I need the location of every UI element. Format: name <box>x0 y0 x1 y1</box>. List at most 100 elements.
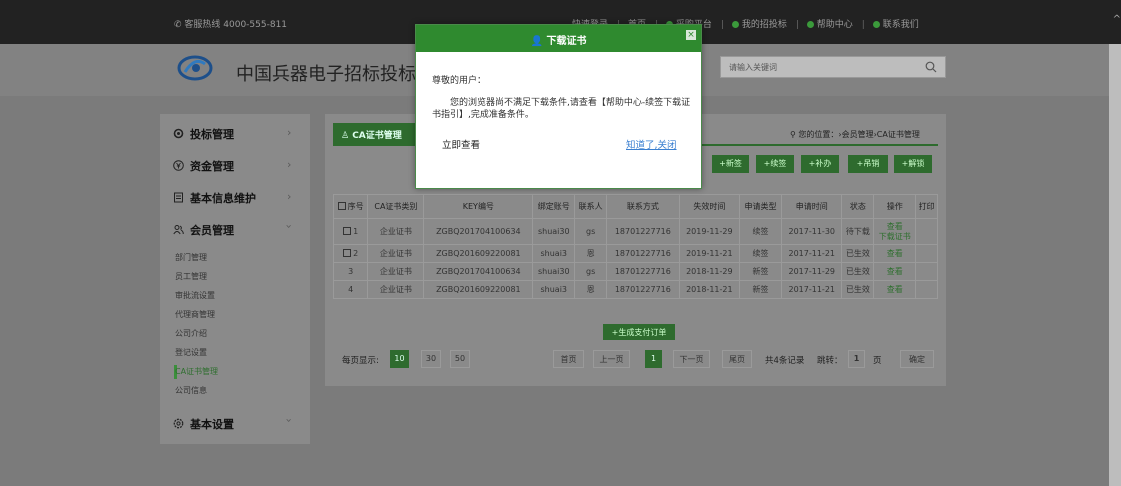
separator: | <box>795 20 799 30</box>
cell: 新签 <box>739 262 783 281</box>
row-checkbox[interactable] <box>343 227 352 235</box>
page-size-50[interactable]: 50 <box>450 350 470 368</box>
next-page-button[interactable]: 下一页 <box>673 350 710 368</box>
row-no-label: 2 <box>353 249 359 258</box>
print-cell <box>915 280 938 299</box>
sidebar-sub-item[interactable]: 代理商管理 <box>175 309 215 320</box>
header-cell: 操作 <box>873 194 917 219</box>
header-cell: 联系人 <box>574 194 608 219</box>
search-icon[interactable] <box>925 61 937 73</box>
users-icon <box>173 225 184 235</box>
sidebar-sub-item[interactable]: 员工管理 <box>175 271 207 282</box>
download-certificate-dialog: 👤 下载证书 × 尊敬的用户： 您的浏览器尚不满足下载条件,请查看【帮助中心-续… <box>415 24 702 189</box>
view-link[interactable]: 查看 <box>873 244 917 263</box>
header-cell: 申请时间 <box>781 194 843 219</box>
sidebar-sub-item[interactable]: 部门管理 <box>175 252 207 263</box>
cell: 新签 <box>739 280 783 299</box>
sidebar-item-label: 资金管理 <box>190 160 234 173</box>
vertical-scrollbar[interactable] <box>1109 44 1121 486</box>
row-no: 1 <box>332 218 369 245</box>
sidebar-item-label: 基本信息维护 <box>190 192 256 205</box>
search-input[interactable]: 请输入关键词 <box>720 56 946 78</box>
yen-icon <box>173 160 184 171</box>
sidebar-sub-item-active[interactable]: CA证书管理 <box>175 366 218 377</box>
top-link-help[interactable]: 帮助中心 <box>817 20 853 30</box>
page-size-10[interactable]: 10 <box>390 350 409 368</box>
prev-page-button[interactable]: 上一页 <box>593 350 630 368</box>
reissue-button[interactable]: +补办 <box>801 155 839 173</box>
revoke-button[interactable]: +吊销 <box>848 155 888 173</box>
cell: 续签 <box>739 218 783 245</box>
breadcrumb: ⚲ 您的位置：›会员管理›CA证书管理 <box>790 129 920 140</box>
user-icon <box>731 21 739 28</box>
cell: 已生效 <box>841 244 875 263</box>
cell: shuai30 <box>532 262 576 281</box>
dialog-message: 您的浏览器尚不满足下载条件,请查看【帮助中心-续签下载证书指引】,完成准备条件。 <box>432 98 691 120</box>
got-it-close-link[interactable]: 知道了,关闭 <box>626 137 677 151</box>
renew-button[interactable]: +续签 <box>756 155 794 173</box>
table-header-row: 序号 CA证书类别 KEY编号 绑定账号 联系人 联系方式 失效时间 申请类型 … <box>332 194 938 219</box>
select-all-checkbox[interactable] <box>337 202 346 210</box>
top-link-my-bids[interactable]: 我的招投标 <box>742 20 787 30</box>
page-viewport: ✆ 客服热线 4000-555-811 快速登录| 首页| 采购平台| 我的招投… <box>0 0 1121 486</box>
sidebar-item-basic-settings[interactable]: 基本设置 <box>173 416 234 432</box>
cell: 企业证书 <box>367 262 425 281</box>
row-checkbox[interactable] <box>343 249 352 257</box>
sidebar-item-fund-management[interactable]: 资金管理 <box>173 158 234 174</box>
unlock-button[interactable]: +解锁 <box>894 155 932 173</box>
view-link[interactable]: 查看 <box>873 262 917 281</box>
cell: 2018-11-21 <box>678 280 741 299</box>
view-now-link[interactable]: 立即查看 <box>442 137 480 151</box>
header-no: 序号 <box>332 194 369 219</box>
cell: 企业证书 <box>367 244 425 263</box>
cell: gs <box>574 262 608 281</box>
cell: ZGBQ201704100634 <box>423 262 534 281</box>
sidebar-sub-item[interactable]: 登记设置 <box>175 347 207 358</box>
jump-label: 跳转： <box>817 356 843 366</box>
tab-ca-certificate[interactable]: ♙ CA证书管理 <box>333 123 415 145</box>
sidebar-sub-item[interactable]: 公司介绍 <box>175 328 207 339</box>
row-no: 2 <box>332 244 369 263</box>
confirm-jump-button[interactable]: 确定 <box>900 350 934 368</box>
chevron-down-icon: › <box>282 418 296 423</box>
cell: 2017-11-30 <box>781 218 843 245</box>
sidebar-sub-item[interactable]: 审批流设置 <box>175 290 215 301</box>
search-placeholder: 请输入关键词 <box>729 63 777 72</box>
chevron-right-icon: › <box>287 126 292 139</box>
cell: 2018-11-29 <box>678 262 741 281</box>
view-link[interactable]: 查看 <box>874 222 915 232</box>
cell: 2017-11-21 <box>781 244 843 263</box>
new-sign-button[interactable]: +新签 <box>712 155 749 173</box>
header-cell: 联系方式 <box>606 194 680 219</box>
row-no-label: 1 <box>353 227 359 236</box>
hotline-text: ✆ 客服热线 4000-555-811 <box>174 17 287 30</box>
sidebar-item-bid-management[interactable]: 投标管理 <box>173 126 234 142</box>
cell: 18701227716 <box>606 218 680 245</box>
sidebar-item-basic-info[interactable]: 基本信息维护 <box>173 190 256 206</box>
scroll-up-arrow-icon[interactable]: ^ <box>1113 14 1121 25</box>
cell: 18701227716 <box>606 280 680 299</box>
sidebar: 投标管理 › 资金管理 › 基本信息维护 › 会员管理 › 部门管理 员工管理 … <box>160 114 310 444</box>
dialog-title: 下载证书 <box>546 36 587 47</box>
cell: 已生效 <box>841 262 875 281</box>
site-logo-icon[interactable] <box>177 54 213 82</box>
download-certificate-link[interactable]: 下载证书 <box>874 232 915 242</box>
current-page-button[interactable]: 1 <box>645 350 662 368</box>
header-cell: KEY编号 <box>423 194 534 219</box>
cell: 已生效 <box>841 280 875 299</box>
dialog-greeting: 尊敬的用户： <box>432 76 487 86</box>
jump-page-input[interactable]: 1 <box>848 350 865 368</box>
top-link-contact[interactable]: 联系我们 <box>883 20 919 30</box>
user-icon: 👤 <box>530 36 547 47</box>
close-icon[interactable]: × <box>686 30 696 40</box>
first-page-button[interactable]: 首页 <box>553 350 584 368</box>
header-cell: 失效时间 <box>678 194 741 219</box>
sidebar-sub-item[interactable]: 公司信息 <box>175 385 207 396</box>
header-label: 序号 <box>347 202 364 211</box>
last-page-button[interactable]: 尾页 <box>722 350 752 368</box>
page-size-30[interactable]: 30 <box>421 350 441 368</box>
phone-icon: ✆ <box>174 20 185 30</box>
sidebar-item-member-management[interactable]: 会员管理 <box>173 222 234 238</box>
generate-payment-order-button[interactable]: +生成支付订单 <box>603 324 675 340</box>
view-link[interactable]: 查看 <box>873 280 917 299</box>
